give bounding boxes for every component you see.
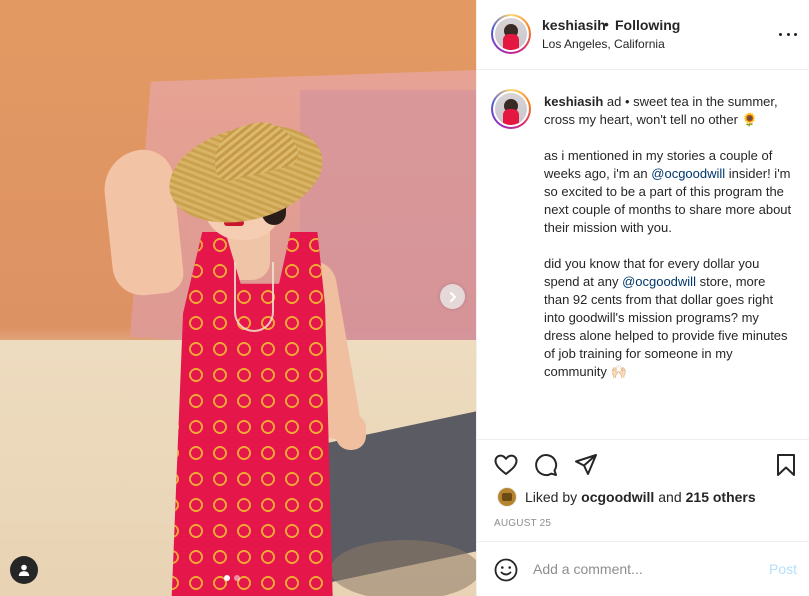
post-photo[interactable] [0,0,476,596]
smiley-icon[interactable] [493,557,519,583]
chevron-right-icon [449,291,456,302]
caption-avatar[interactable] [491,89,531,129]
caption-username[interactable]: keshiasih [544,94,603,109]
photo-shadow [330,540,476,596]
action-bar [477,450,809,480]
caption-paragraph: keshiasih ad • sweet tea in the summer, … [544,93,794,129]
bookmark-icon[interactable] [773,452,799,478]
caption-paragraph: did you know that for every dollar you s… [544,255,794,381]
likes-and: and [658,489,682,505]
post-header: keshiasih • Following Los Angeles, Calif… [477,0,809,70]
carousel-dot-active [224,575,230,581]
likes-summary: Liked by ocgoodwill and 215 others [497,487,760,507]
carousel-dot [234,575,240,581]
user-tags-button[interactable] [10,556,38,584]
likes-count[interactable]: 215 others [686,489,756,505]
post-detail-panel: keshiasih • Following Los Angeles, Calif… [476,0,809,596]
avatar-image [495,18,527,50]
figure-hand [336,414,366,450]
avatar[interactable] [491,14,531,54]
figure-necklace [234,262,274,332]
post-location[interactable]: Los Angeles, California [542,37,665,51]
following-button[interactable]: Following [615,17,680,33]
mention-link[interactable]: @ocgoodwill [651,166,725,181]
more-dot [794,32,797,36]
comment-icon[interactable] [533,452,559,478]
caption-text: keshiasih ad • sweet tea in the summer, … [544,93,794,399]
avatar-image [495,93,527,125]
liker-username[interactable]: ocgoodwill [581,489,654,505]
paper-plane-icon[interactable] [573,452,599,478]
heart-icon[interactable] [493,452,519,478]
post-date[interactable]: AUGUST 25 [494,518,551,529]
author-username[interactable]: keshiasih [542,17,606,33]
caption-line: store, more than 92 cents from that doll… [544,274,788,379]
mention-link[interactable]: @ocgoodwill [622,274,696,289]
user-tag-icon [18,564,30,576]
likes-prefix: Liked by [525,489,578,505]
post-comment-button[interactable]: Post [769,561,797,577]
separator-dot: • [604,16,609,32]
caption-section: keshiasih ad • sweet tea in the summer, … [477,71,809,440]
more-dot [786,32,790,36]
comment-input[interactable] [533,558,743,580]
carousel-next-button[interactable] [440,284,465,309]
caption-paragraph: as i mentioned in my stories a couple of… [544,147,794,237]
more-options-button[interactable] [779,25,797,43]
more-options-icon [779,32,782,36]
liker-avatar[interactable] [497,487,517,507]
comment-bar: Post [477,541,809,596]
carousel-indicator [224,575,240,581]
